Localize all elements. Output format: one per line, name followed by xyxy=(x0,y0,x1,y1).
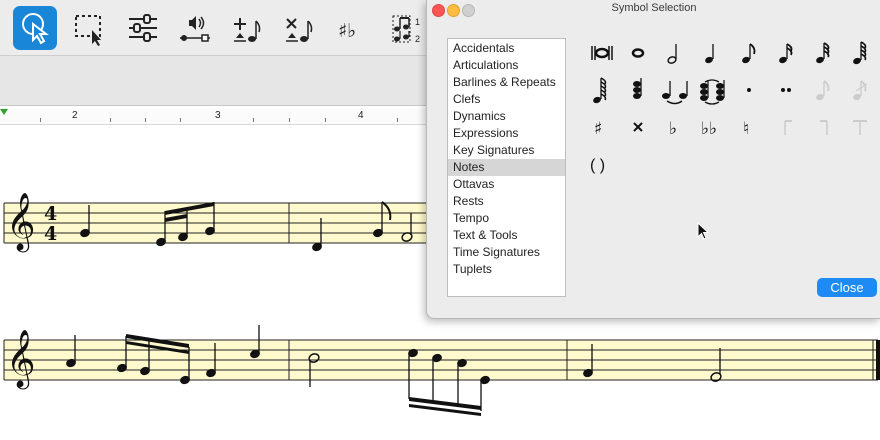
toolbar-secondary-strip xyxy=(0,56,430,106)
treble-clef-icon: 𝄞 xyxy=(6,329,36,390)
category-dynamics[interactable]: Dynamics xyxy=(448,108,565,125)
natural-icon[interactable]: ♮ xyxy=(731,109,767,145)
svg-text:♮: ♮ xyxy=(743,119,749,139)
eighth-note-icon[interactable] xyxy=(731,35,767,71)
time-signature-bottom: 4 xyxy=(44,223,57,245)
grace-eighth-note-icon[interactable] xyxy=(805,72,841,108)
staff-1[interactable]: 𝄞 4 4 xyxy=(3,192,430,253)
tied-notes-icon[interactable] xyxy=(657,72,693,108)
svg-text:♭♭: ♭♭ xyxy=(701,119,717,139)
sliders-icon xyxy=(129,14,157,42)
accidentals-tool-button[interactable]: ♯♭ xyxy=(329,6,373,50)
staff-2[interactable]: 𝄞 xyxy=(3,325,880,416)
category-time-signatures[interactable]: Time Signatures xyxy=(448,244,565,261)
svg-text:♯♭: ♯♭ xyxy=(338,20,356,42)
add-note-tool-button[interactable] xyxy=(225,6,269,50)
grace-slash-note-icon[interactable] xyxy=(842,72,878,108)
voice-2-label: 2 xyxy=(415,34,420,44)
treble-clef-icon: 𝄞 xyxy=(6,192,36,253)
close-button[interactable]: Close xyxy=(817,278,877,297)
arrow-pointer-icon xyxy=(22,13,49,45)
marquee-select-tool-button[interactable] xyxy=(68,6,112,50)
category-clefs[interactable]: Clefs xyxy=(448,91,565,108)
ruler: 2 3 4 xyxy=(0,109,430,125)
category-ottavas[interactable]: Ottavas xyxy=(448,176,565,193)
mouse-cursor-icon xyxy=(697,222,710,240)
voice-1-label: 1 xyxy=(415,17,420,27)
double-whole-note-icon[interactable] xyxy=(583,35,619,71)
category-tuplets[interactable]: Tuplets xyxy=(448,261,565,278)
double-dot-icon[interactable] xyxy=(768,72,804,108)
sharp-flat-icon: ♯♭ xyxy=(338,20,356,42)
marquee-select-icon xyxy=(75,15,101,46)
stem-flag-icon[interactable] xyxy=(805,109,841,145)
parentheses-icon[interactable]: ( ) xyxy=(583,146,619,182)
ruler-number: 3 xyxy=(215,110,221,121)
chord-stack-icon[interactable] xyxy=(620,72,656,108)
stem-beam-icon[interactable] xyxy=(842,109,878,145)
half-note-icon[interactable] xyxy=(657,35,693,71)
category-accidentals[interactable]: Accidentals xyxy=(448,40,565,57)
time-signature-top: 4 xyxy=(44,203,57,225)
double-sharp-icon[interactable] xyxy=(620,109,656,145)
voice-tool-button[interactable]: 1 2 xyxy=(381,6,425,50)
whole-note-icon[interactable] xyxy=(620,35,656,71)
hundred-twenty-eighth-note-icon[interactable] xyxy=(583,72,619,108)
dialog-titlebar[interactable]: Symbol Selection xyxy=(427,0,880,18)
symbol-selection-dialog: Symbol Selection Accidentals Articulatio… xyxy=(426,0,880,319)
stem-flag-icon[interactable] xyxy=(768,109,804,145)
delete-note-icon xyxy=(286,18,313,42)
category-list[interactable]: Accidentals Articulations Barlines & Rep… xyxy=(447,38,566,297)
dialog-title: Symbol Selection xyxy=(611,2,697,14)
ruler-number: 4 xyxy=(358,110,364,121)
category-tempo[interactable]: Tempo xyxy=(448,210,565,227)
category-text-tools[interactable]: Text & Tools xyxy=(448,227,565,244)
svg-text:♭: ♭ xyxy=(669,119,677,139)
category-key-signatures[interactable]: Key Signatures xyxy=(448,142,565,159)
flat-icon[interactable]: ♭ xyxy=(657,109,693,145)
double-flat-icon[interactable]: ♭♭ xyxy=(694,109,730,145)
category-notes[interactable]: Notes xyxy=(448,159,565,176)
sixteenth-note-icon[interactable] xyxy=(768,35,804,71)
category-articulations[interactable]: Articulations xyxy=(448,57,565,74)
select-tool-button[interactable] xyxy=(13,6,57,50)
add-note-icon xyxy=(234,18,261,42)
category-expressions[interactable]: Expressions xyxy=(448,125,565,142)
delete-note-tool-button[interactable] xyxy=(277,6,321,50)
speaker-playback-icon xyxy=(180,16,210,42)
thirty-second-note-icon[interactable] xyxy=(805,35,841,71)
tied-chord-icon[interactable] xyxy=(694,72,730,108)
playhead-marker-icon[interactable] xyxy=(0,109,10,119)
category-rests[interactable]: Rests xyxy=(448,193,565,210)
playback-tool-button[interactable] xyxy=(172,6,216,50)
voice-notes-icon: 1 2 xyxy=(392,15,420,44)
ruler-number: 2 xyxy=(72,110,78,121)
symbol-palette: ♯ ♭ ♭♭ ♮ ( ) xyxy=(577,35,877,205)
final-barline xyxy=(876,340,880,380)
svg-text:♯: ♯ xyxy=(594,119,602,139)
category-barlines-repeats[interactable]: Barlines & Repeats xyxy=(448,74,565,91)
toolbar: ♯♭ 1 2 xyxy=(0,0,430,56)
properties-tool-button[interactable] xyxy=(121,6,165,50)
parentheses-label: ( ) xyxy=(590,157,605,174)
dot-icon[interactable] xyxy=(731,72,767,108)
sharp-icon[interactable]: ♯ xyxy=(583,109,619,145)
quarter-note-icon[interactable] xyxy=(694,35,730,71)
sixty-fourth-note-icon[interactable] xyxy=(842,35,878,71)
